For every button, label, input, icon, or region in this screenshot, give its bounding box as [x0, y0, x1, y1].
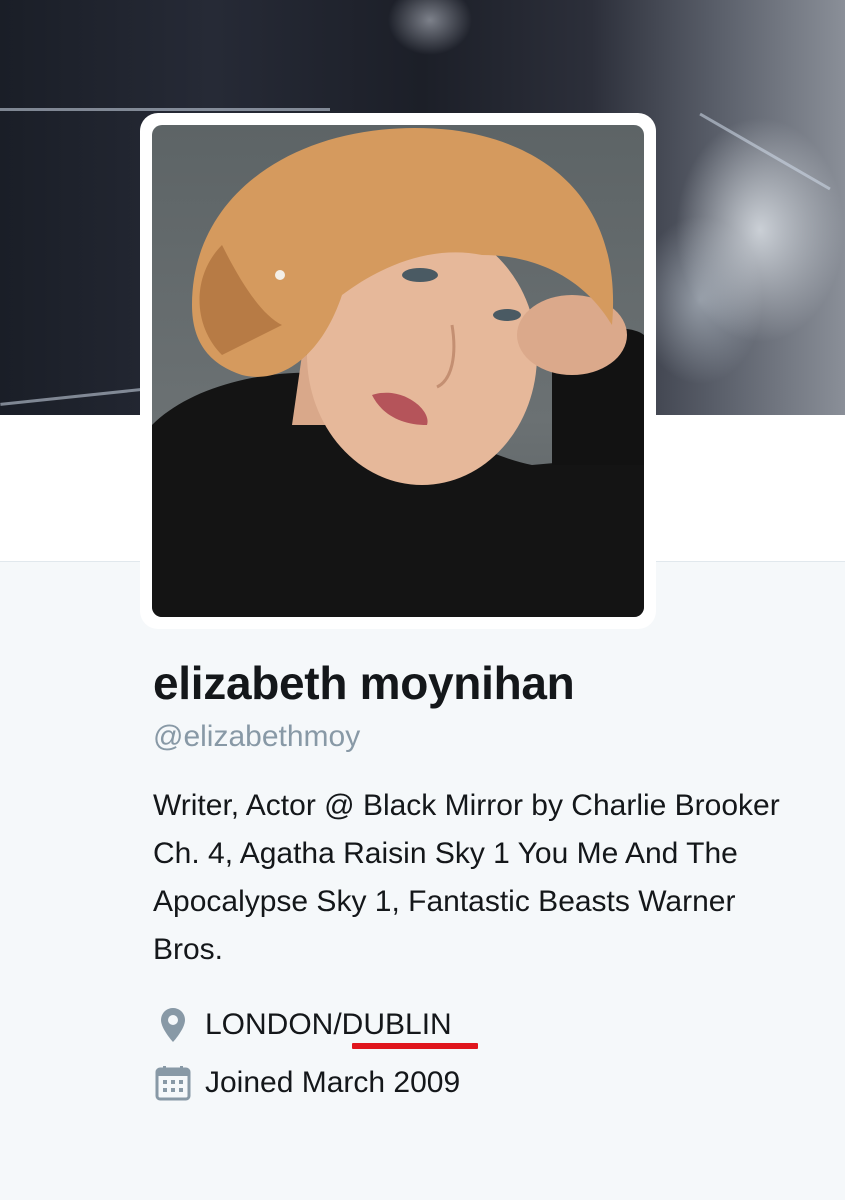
- joined-text: Joined March 2009: [205, 1066, 461, 1099]
- profile-avatar[interactable]: [140, 113, 656, 629]
- joined-row: Joined March 2009: [153, 1063, 460, 1103]
- map-pin-icon: [153, 1005, 193, 1045]
- calendar-icon: [153, 1063, 193, 1103]
- display-name: elizabeth moynihan: [153, 657, 575, 709]
- location-row: LONDON/DUBLIN: [153, 1005, 452, 1045]
- avatar-photo: [152, 125, 644, 617]
- red-underline-annotation: [352, 1043, 478, 1049]
- user-handle[interactable]: @elizabethmoy: [153, 720, 360, 754]
- profile-bio: Writer, Actor @ Black Mirror by Charlie …: [153, 789, 780, 966]
- location-text: LONDON/DUBLIN: [205, 1008, 452, 1041]
